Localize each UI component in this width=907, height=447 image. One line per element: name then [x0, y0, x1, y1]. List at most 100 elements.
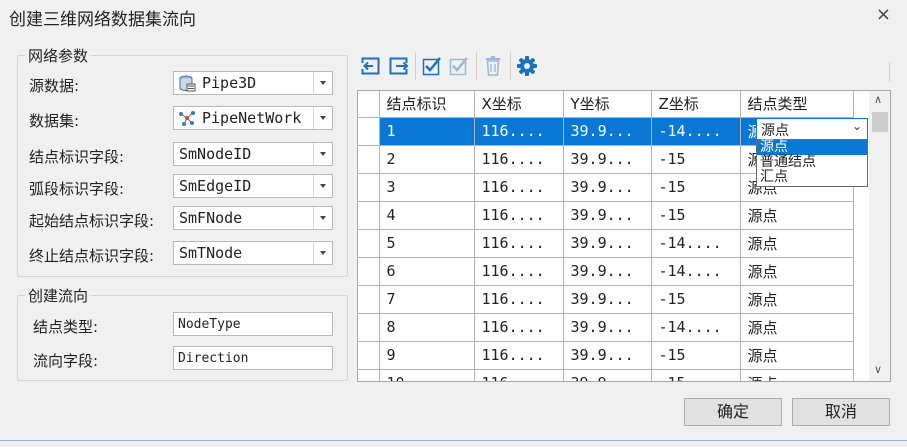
cell-z[interactable]: -15: [651, 369, 741, 381]
chevron-down-icon[interactable]: [313, 107, 332, 129]
row-header[interactable]: [358, 145, 380, 174]
cell-x[interactable]: 116....: [474, 285, 564, 314]
chevron-down-icon[interactable]: [313, 143, 332, 165]
cell-node-id[interactable]: 6: [379, 257, 475, 286]
row-header[interactable]: [358, 117, 380, 146]
cell-node-id[interactable]: 3: [379, 173, 475, 202]
node-type-dropdown[interactable]: 源点 普通结点 汇点: [756, 139, 868, 187]
row-header[interactable]: [358, 313, 380, 342]
table-row[interactable]: 6 116.... 39.9... -14.... 源点: [358, 257, 854, 286]
cell-x[interactable]: 116....: [474, 369, 564, 381]
row-header[interactable]: [358, 173, 380, 202]
source-data-combo[interactable]: Pipe3D: [173, 71, 333, 95]
column-header-node-type[interactable]: 结点类型: [740, 91, 854, 118]
cell-y[interactable]: 39.9...: [563, 257, 652, 286]
cell-y[interactable]: 39.9...: [563, 285, 652, 314]
row-header[interactable]: [358, 257, 380, 286]
row-header[interactable]: [358, 341, 380, 370]
row-header[interactable]: [358, 369, 380, 381]
cell-node-type[interactable]: 源点: [740, 341, 854, 370]
cell-node-id[interactable]: 1: [379, 117, 475, 146]
cell-x[interactable]: 116....: [474, 341, 564, 370]
invert-select-icon[interactable]: [448, 55, 470, 77]
cell-z[interactable]: -14....: [651, 229, 741, 258]
chevron-down-icon[interactable]: [313, 72, 332, 94]
cell-node-id[interactable]: 9: [379, 341, 475, 370]
table-row[interactable]: 8 116.... 39.9... -14.... 源点: [358, 313, 854, 342]
ok-button[interactable]: 确定: [684, 398, 782, 426]
cancel-button[interactable]: 取消: [792, 398, 890, 426]
row-header[interactable]: [358, 201, 380, 230]
import-icon[interactable]: [360, 55, 382, 77]
cell-node-type[interactable]: 源点: [740, 229, 854, 258]
chevron-down-icon[interactable]: ⌄: [852, 119, 862, 133]
cell-z[interactable]: -15: [651, 173, 741, 202]
table-row[interactable]: 7 116.... 39.9... -15 源点: [358, 285, 854, 314]
edge-id-field-combo[interactable]: SmEdgeID: [173, 174, 333, 198]
cell-node-id[interactable]: 2: [379, 145, 475, 174]
close-icon[interactable]: ×: [876, 4, 891, 25]
delete-icon[interactable]: [482, 55, 504, 77]
cell-y[interactable]: 39.9...: [563, 201, 652, 230]
dataset-combo[interactable]: PipeNetWork: [173, 106, 333, 130]
node-type-cell-editor[interactable]: 源点 ⌄: [756, 118, 868, 140]
scrollbar-thumb[interactable]: [872, 112, 888, 132]
cell-y[interactable]: 39.9...: [563, 145, 652, 174]
chevron-down-icon[interactable]: [313, 207, 332, 229]
direction-field[interactable]: Direction: [173, 346, 333, 370]
from-node-field-combo[interactable]: SmFNode: [173, 206, 333, 230]
dropdown-option-sink[interactable]: 汇点: [757, 170, 867, 185]
cell-y[interactable]: 39.9...: [563, 229, 652, 258]
node-id-field-combo[interactable]: SmNodeID: [173, 142, 333, 166]
cell-node-id[interactable]: 5: [379, 229, 475, 258]
column-header-x[interactable]: X坐标: [474, 91, 564, 118]
table-scrollbar[interactable]: ∧ ∨: [869, 91, 890, 381]
table-row[interactable]: 10116....39.9...-15源点: [358, 369, 854, 381]
export-icon[interactable]: [388, 55, 410, 77]
dropdown-option-source[interactable]: 源点: [757, 140, 867, 155]
cell-x[interactable]: 116....: [474, 257, 564, 286]
scroll-up-icon[interactable]: ∧: [874, 93, 882, 106]
cell-node-type[interactable]: 源点: [740, 285, 854, 314]
cell-node-type[interactable]: 源点: [740, 369, 854, 381]
cell-x[interactable]: 116....: [474, 201, 564, 230]
cell-node-type[interactable]: 源点: [740, 257, 854, 286]
cell-node-id[interactable]: 7: [379, 285, 475, 314]
cell-node-id[interactable]: 10: [379, 369, 475, 381]
chevron-down-icon[interactable]: [313, 242, 332, 264]
table-row[interactable]: 4 116.... 39.9... -15 源点: [358, 201, 854, 230]
column-header-y[interactable]: Y坐标: [563, 91, 652, 118]
dropdown-option-normal[interactable]: 普通结点: [757, 155, 867, 170]
cell-y[interactable]: 39.9...: [563, 369, 652, 381]
cell-z[interactable]: -14....: [651, 117, 741, 146]
cell-z[interactable]: -15: [651, 201, 741, 230]
cell-node-type[interactable]: 源点: [740, 313, 854, 342]
cell-node-type[interactable]: 源点: [740, 201, 854, 230]
cell-node-id[interactable]: 4: [379, 201, 475, 230]
table-row[interactable]: 5 116.... 39.9... -14.... 源点: [358, 229, 854, 258]
cell-y[interactable]: 39.9...: [563, 173, 652, 202]
scroll-down-icon[interactable]: ∨: [874, 363, 882, 376]
cell-z[interactable]: -14....: [651, 257, 741, 286]
column-header-z[interactable]: Z坐标: [651, 91, 741, 118]
cell-x[interactable]: 116....: [474, 173, 564, 202]
settings-icon[interactable]: [516, 55, 538, 77]
chevron-down-icon[interactable]: [313, 175, 332, 197]
cell-x[interactable]: 116....: [474, 313, 564, 342]
cell-node-id[interactable]: 8: [379, 313, 475, 342]
cell-z[interactable]: -14....: [651, 313, 741, 342]
row-header[interactable]: [358, 285, 380, 314]
cell-z[interactable]: -15: [651, 145, 741, 174]
cell-z[interactable]: -15: [651, 341, 741, 370]
table-row[interactable]: 9 116.... 39.9... -15 源点: [358, 341, 854, 370]
cell-z[interactable]: -15: [651, 285, 741, 314]
select-all-icon[interactable]: [421, 55, 443, 77]
cell-y[interactable]: 39.9...: [563, 117, 652, 146]
column-header-node-id[interactable]: 结点标识: [379, 91, 475, 118]
to-node-field-combo[interactable]: SmTNode: [173, 241, 333, 265]
row-header[interactable]: [358, 229, 380, 258]
node-type-field[interactable]: NodeType: [173, 312, 333, 336]
cell-x[interactable]: 116....: [474, 117, 564, 146]
cell-x[interactable]: 116....: [474, 145, 564, 174]
cell-x[interactable]: 116....: [474, 229, 564, 258]
